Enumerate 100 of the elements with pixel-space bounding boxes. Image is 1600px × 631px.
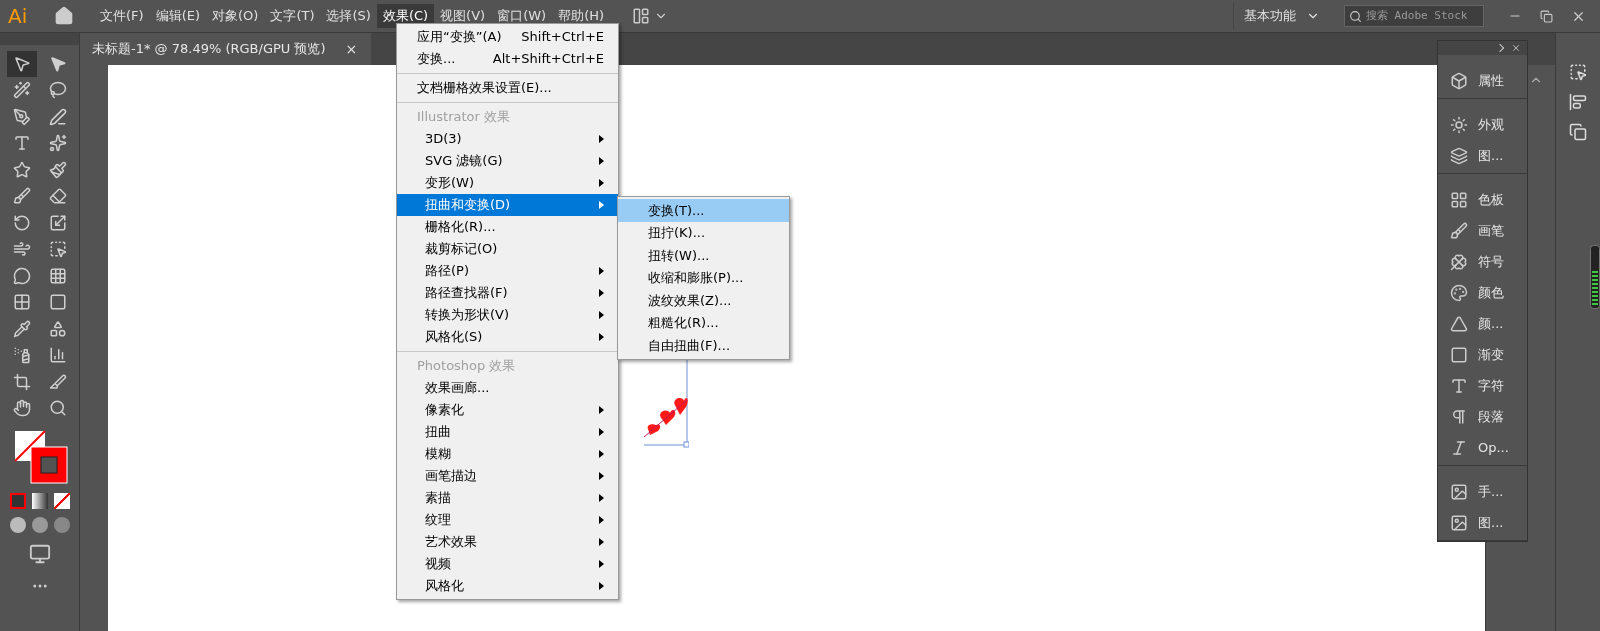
panel-button[interactable]: 颜...	[1438, 308, 1527, 339]
menu-item[interactable]: 波纹效果(Z)...	[618, 289, 789, 312]
menu-item[interactable]: 风格化	[397, 575, 618, 597]
transform-icon[interactable]	[1569, 63, 1587, 81]
panel-button[interactable]: 图...	[1438, 140, 1527, 171]
menu-item[interactable]: 文档栅格效果设置(E)...	[397, 77, 618, 99]
menu-item-label: 应用“变换”(A)	[417, 28, 502, 47]
close-icon[interactable]	[1511, 43, 1521, 53]
menu-item[interactable]: 模糊	[397, 443, 618, 465]
panel-button[interactable]: 符号	[1438, 246, 1527, 277]
menu-item[interactable]: 纹理	[397, 509, 618, 531]
level-meter-drawing	[1590, 245, 1600, 309]
draw-normal-icon[interactable]	[9, 517, 26, 533]
menu-item[interactable]: 视图(V)	[434, 4, 492, 28]
restore-icon[interactable]	[1540, 9, 1553, 23]
menu-item[interactable]: 栅格化(R)...	[397, 216, 618, 238]
menu-item[interactable]: 扭转(W)...	[618, 244, 789, 267]
menu-item-label: 3D(3)	[425, 130, 462, 149]
gradient-mode-icon[interactable]	[31, 493, 48, 509]
menu-item[interactable]: 收缩和膨胀(P)...	[618, 266, 789, 289]
menu-item[interactable]: 文件(F)	[94, 4, 150, 28]
tab-close-button[interactable]: ×	[345, 38, 358, 60]
hand-icon	[12, 399, 31, 418]
menu-item[interactable]: 视频	[397, 553, 618, 575]
menu-item[interactable]: 帮助(H)	[552, 4, 611, 28]
document-title: 未标题-1* @ 78.49% (RGB/GPU 预览)	[92, 40, 326, 59]
menu-item[interactable]: 画笔描边	[397, 465, 618, 487]
screen-mode-icon[interactable]	[28, 543, 51, 565]
panel-button[interactable]: 属性	[1438, 65, 1527, 96]
menu-item[interactable]: 扭拧(K)...	[618, 221, 789, 244]
document-tab[interactable]: 未标题-1* @ 78.49% (RGB/GPU 预览) ×	[80, 33, 372, 65]
shortcut-label: Shift+Ctrl+E	[521, 28, 604, 47]
menu-item-label: 画笔描边	[425, 467, 477, 486]
menu-item[interactable]: 3D(3)	[397, 128, 618, 150]
menu-item[interactable]: 路径(P)	[397, 260, 618, 282]
layers-icon	[1450, 146, 1468, 165]
menu-item-label: 艺术效果	[425, 533, 477, 552]
rotate-icon	[12, 213, 31, 232]
none-mode-icon[interactable]	[53, 493, 70, 509]
panel-button[interactable]: 外观	[1438, 109, 1527, 140]
pen-line-icon	[48, 107, 67, 126]
menu-item[interactable]: 素描	[397, 487, 618, 509]
color-mode-icon[interactable]	[9, 493, 26, 509]
brush-icon	[12, 187, 31, 206]
scale-icon	[48, 213, 67, 232]
draw-behind-icon[interactable]	[31, 517, 48, 533]
tool-button[interactable]	[6, 51, 37, 77]
menu-item[interactable]: 变形(W)	[397, 172, 618, 194]
workspace-switcher[interactable]: 基本功能	[1233, 3, 1330, 29]
panel-button[interactable]: 颜色	[1438, 277, 1527, 308]
panel-button[interactable]: 渐变	[1438, 339, 1527, 370]
app-logo: Ai	[8, 3, 29, 30]
arrow-pointer-icon	[12, 54, 31, 73]
menu-item[interactable]: 粗糙化(R)...	[618, 311, 789, 334]
menu-item[interactable]: 文字(T)	[264, 4, 321, 28]
type-icon	[12, 134, 31, 153]
pilcrow-icon	[1450, 407, 1468, 426]
menu-section-header: Illustrator 效果	[416, 108, 511, 126]
menu-item[interactable]: 扭曲	[397, 421, 618, 443]
panel-button[interactable]: 字符	[1438, 370, 1527, 401]
swatches-icon	[1450, 190, 1468, 209]
shapes-icon	[48, 319, 67, 338]
menu-item[interactable]: 路径查找器(F)	[397, 282, 618, 304]
zoom-icon	[48, 399, 67, 418]
menu-item[interactable]: 扭曲和变换(D)	[397, 194, 618, 216]
panel-button[interactable]: Op...	[1438, 432, 1527, 463]
layout-icon[interactable]	[632, 7, 651, 25]
knife-icon	[48, 372, 67, 391]
menu-item-label: 文档栅格效果设置(E)...	[417, 79, 552, 98]
overlapping-squares-icon[interactable]	[1569, 123, 1587, 141]
menu-item[interactable]: 像素化	[397, 399, 618, 421]
menu-item-label: 路径(P)	[425, 262, 469, 281]
menu-item-label: 效果画廊...	[425, 379, 490, 398]
menu-item[interactable]: 裁剪标记(O)	[397, 238, 618, 260]
menu-item[interactable]: 对象(O)	[206, 4, 265, 28]
menu-item[interactable]: 窗口(W)	[491, 4, 553, 28]
panel-button[interactable]: 手...	[1438, 476, 1527, 507]
menu-item[interactable]: 自由扭曲(F)...	[618, 334, 789, 357]
menu-item-label: 风格化(S)	[425, 328, 483, 347]
menu-item[interactable]: 变换(T)...	[618, 199, 789, 222]
menu-item-label: 变形(W)	[425, 174, 474, 193]
panel-button[interactable]: 画笔	[1438, 215, 1527, 246]
menu-item-label: 像素化	[425, 401, 464, 420]
menu-item[interactable]: 选择(S)	[320, 4, 377, 28]
menu-item[interactable]: 应用“变换”(A) Shift+Ctrl+E	[397, 26, 618, 48]
eraser-icon	[48, 187, 67, 206]
panel-button[interactable]: 图...	[1438, 507, 1527, 538]
panel-button[interactable]: 色板	[1438, 184, 1527, 215]
search-field[interactable]: 搜索 Adobe Stock	[1344, 5, 1484, 27]
panel-button[interactable]: 段落	[1438, 401, 1527, 432]
menu-item[interactable]: 效果画廊...	[397, 377, 618, 399]
menu-item[interactable]: 转换为形状(V)	[397, 304, 618, 326]
speech-bubble-icon	[12, 266, 31, 285]
home-icon[interactable]	[54, 6, 74, 26]
menu-item[interactable]: 风格化(S)	[397, 326, 618, 348]
menu-item[interactable]: SVG 滤镜(G)	[397, 150, 618, 172]
menu-item[interactable]: 编辑(E)	[149, 4, 206, 28]
menu-item[interactable]: 艺术效果	[397, 531, 618, 553]
align-icon[interactable]	[1569, 93, 1587, 111]
menu-item[interactable]: 变换... Alt+Shift+Ctrl+E	[397, 48, 618, 70]
